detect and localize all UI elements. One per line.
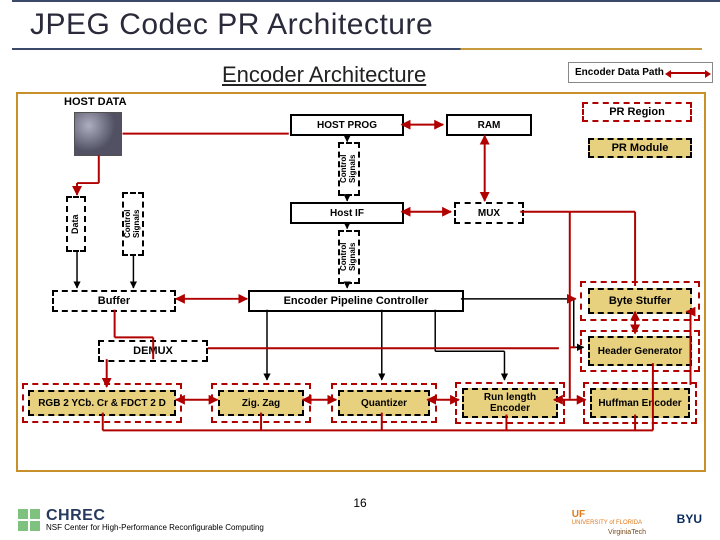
- pr-region-byte-stuffer: [580, 281, 700, 321]
- slide-title: JPEG Codec PR Architecture: [30, 8, 716, 42]
- legend-pr-region-label: PR Region: [609, 106, 665, 118]
- pr-region-rgb-fdct: [22, 383, 182, 423]
- byu-logo: BYU: [677, 512, 702, 526]
- title-bar: JPEG Codec PR Architecture: [12, 0, 720, 50]
- mux-label: MUX: [478, 208, 500, 219]
- legend-pr-module-label: PR Module: [612, 142, 669, 154]
- legend-pr-region: PR Region: [582, 102, 692, 122]
- legend-pr-module: PR Module: [588, 138, 692, 158]
- host-if-block: Host IF: [290, 202, 404, 224]
- footer: 16 CHREC NSF Center for High-Performance…: [0, 482, 720, 540]
- demux-label: DEMUX: [133, 345, 173, 357]
- ctrl-signals-left-label: Control Signals: [124, 196, 142, 252]
- host-if-label: Host IF: [330, 208, 364, 219]
- pr-region-quantizer: [331, 383, 437, 423]
- epc-label: Encoder Pipeline Controller: [284, 295, 429, 307]
- host-data-image: [74, 112, 122, 156]
- chrec-icon: [18, 509, 40, 531]
- ctrl-signals-left: Control Signals: [122, 192, 144, 256]
- double-arrow-icon: [670, 72, 706, 74]
- legend-data-path-label: Encoder Data Path: [575, 67, 664, 78]
- vt-logo: VirginiaTech: [608, 529, 646, 536]
- ctrl-signals-upper-label: Control Signals: [340, 146, 358, 192]
- uf-logo: UF UNIVERSITY of FLORIDA: [572, 509, 642, 526]
- legend-data-path: Encoder Data Path: [568, 62, 713, 83]
- pr-region-rle: [455, 382, 565, 424]
- host-data-label: HOST DATA: [64, 96, 127, 108]
- data-block: Data: [66, 196, 86, 252]
- ram-label: RAM: [478, 120, 501, 131]
- uf-sub: UNIVERSITY of FLORIDA: [572, 520, 642, 526]
- chrec-logo-block: CHREC NSF Center for High-Performance Re…: [18, 508, 264, 532]
- chrec-name: CHREC: [46, 508, 264, 524]
- epc-block: Encoder Pipeline Controller: [248, 290, 464, 312]
- pr-region-zigzag: [211, 383, 311, 423]
- pr-region-huffman: [583, 382, 697, 424]
- slide-subtitle: Encoder Architecture: [222, 62, 426, 88]
- pr-region-header-gen: [580, 330, 700, 372]
- title-underline: [12, 48, 702, 50]
- demux-block: DEMUX: [98, 340, 208, 362]
- ctrl-signals-lower-label: Control Signals: [340, 234, 358, 280]
- host-prog-label: HOST PROG: [317, 120, 377, 131]
- chrec-sub: NSF Center for High-Performance Reconfig…: [46, 524, 264, 532]
- mux-block: MUX: [454, 202, 524, 224]
- uf-mark: UF: [572, 509, 585, 520]
- buffer-label: Buffer: [98, 295, 130, 307]
- ctrl-signals-upper: Control Signals: [338, 142, 360, 196]
- ctrl-signals-lower: Control Signals: [338, 230, 360, 284]
- diagram-frame: HOST DATA PR Region PR Module HOST PROG …: [16, 92, 706, 472]
- ram-block: RAM: [446, 114, 532, 136]
- data-label: Data: [71, 214, 81, 234]
- host-prog-block: HOST PROG: [290, 114, 404, 136]
- chrec-text: CHREC NSF Center for High-Performance Re…: [46, 508, 264, 532]
- buffer-block: Buffer: [52, 290, 176, 312]
